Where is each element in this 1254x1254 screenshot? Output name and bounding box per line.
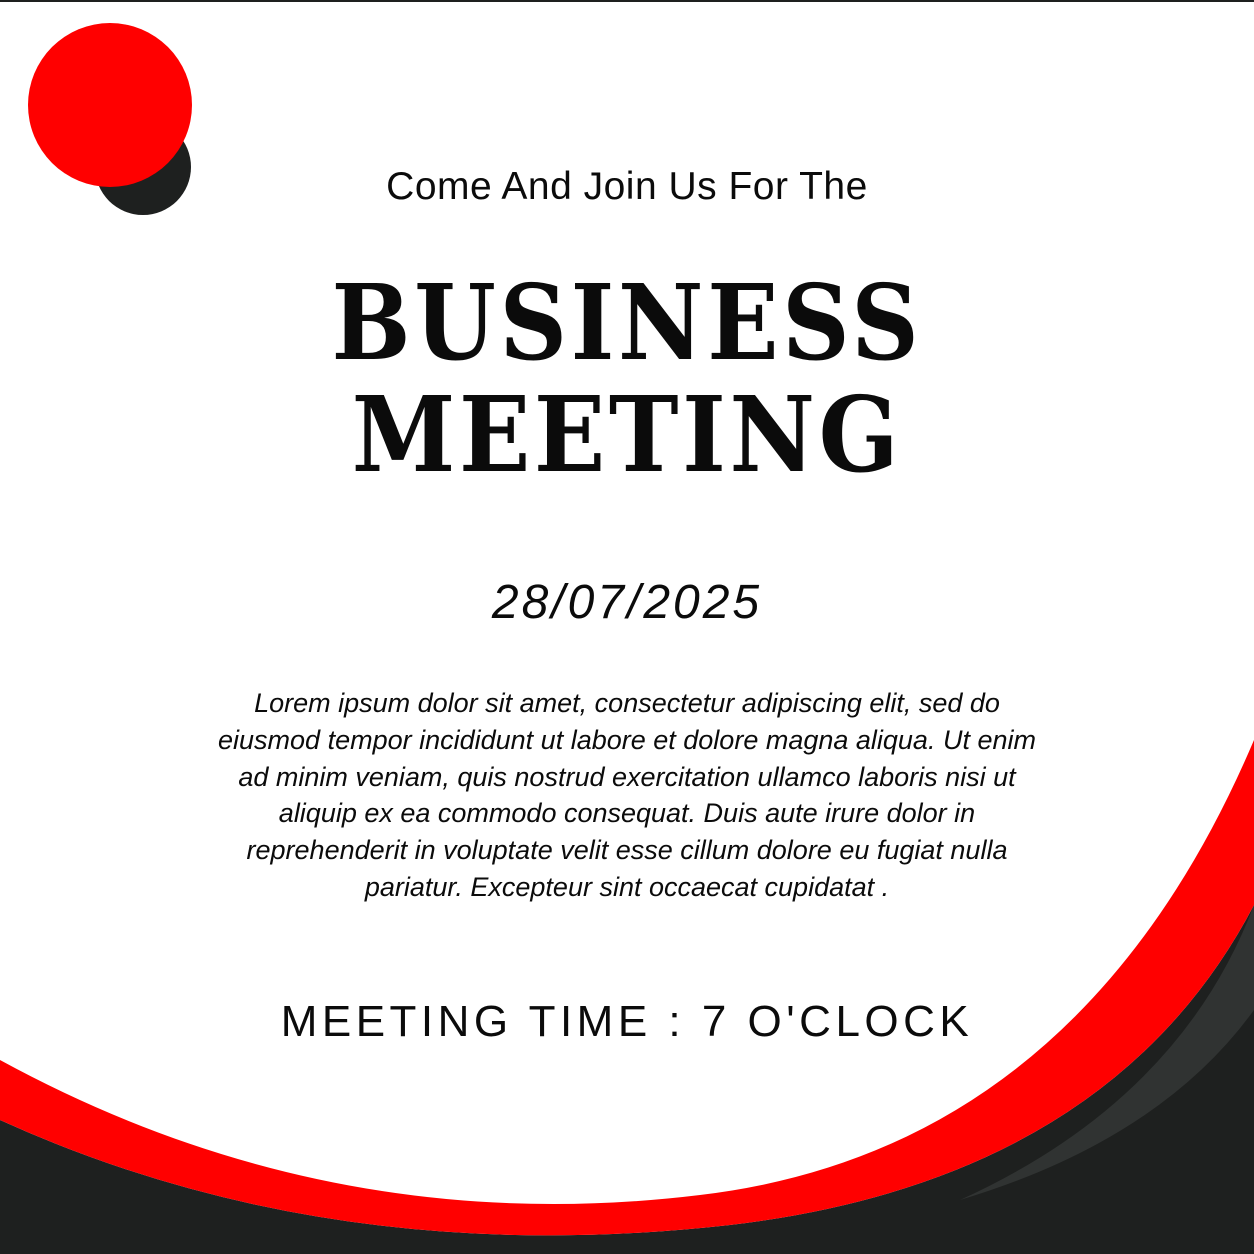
meeting-time: MEETING TIME : 7 O'CLOCK: [280, 997, 974, 1046]
title-line-meeting: MEETING: [351, 373, 903, 496]
title-line-business: BUSINESS: [331, 261, 923, 384]
flyer-canvas: Come And Join Us For The BUSINESS MEETIN…: [0, 0, 1254, 1254]
event-date: 28/07/2025: [491, 576, 763, 629]
description-text: Lorem ipsum dolor sit amet, consectetur …: [218, 688, 1036, 902]
subheading: Come And Join Us For The: [386, 165, 868, 208]
